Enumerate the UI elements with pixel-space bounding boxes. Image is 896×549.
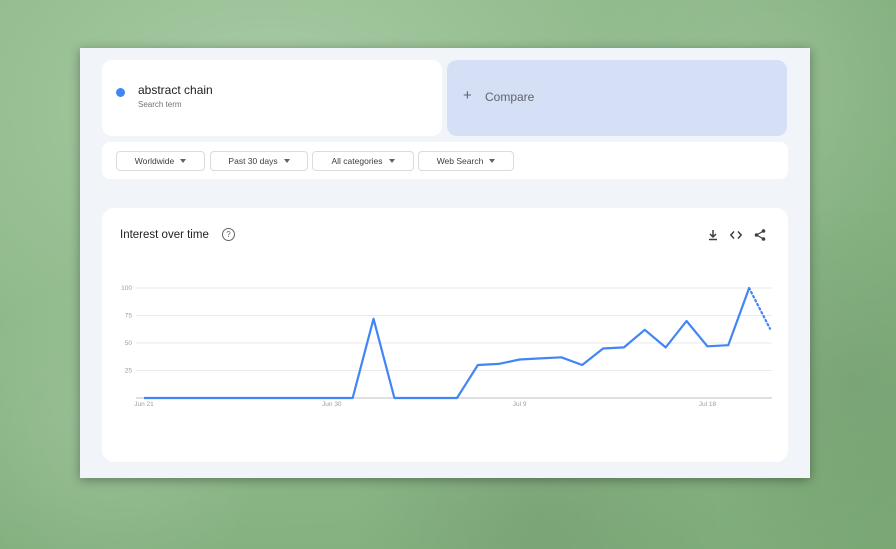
- x-tick-label: Jul 18: [699, 401, 717, 408]
- compare-button[interactable]: + Compare: [447, 60, 787, 136]
- interest-over-time-card: Interest over time ? 25 50 75 100 Jun 21 Jun…: [102, 208, 788, 462]
- x-tick-label: Jun 30: [322, 401, 342, 408]
- x-tick-label: Jun 21: [134, 401, 154, 408]
- term-color-dot: [116, 88, 125, 97]
- chart-title: Interest over time: [120, 229, 209, 241]
- search-term-name: abstract chain: [138, 83, 213, 97]
- help-icon[interactable]: ?: [222, 228, 235, 241]
- trends-panel: abstract chain Search term + Compare Wor…: [80, 48, 810, 478]
- filter-bar: Worldwide Past 30 days All categories We…: [102, 142, 788, 179]
- compare-label: Compare: [485, 90, 535, 104]
- plus-icon: +: [463, 87, 472, 104]
- x-tick-label: Jul 9: [513, 401, 527, 408]
- y-tick-label: 100: [121, 285, 132, 292]
- filter-time-label: Past 30 days: [228, 156, 278, 166]
- search-term-card[interactable]: abstract chain Search term: [102, 60, 442, 136]
- filter-region-label: Worldwide: [134, 156, 175, 166]
- y-tick-label: 50: [125, 340, 133, 347]
- embed-icon[interactable]: [729, 228, 743, 242]
- share-icon[interactable]: [753, 228, 767, 242]
- filter-category-label: All categories: [331, 156, 383, 166]
- caret-down-icon: [489, 159, 496, 163]
- filter-region[interactable]: Worldwide: [116, 151, 205, 171]
- line-chart: 25 50 75 100 Jun 21 Jun 30 Jul 9 Jul 18: [121, 285, 772, 408]
- filter-search-type-label: Web Search: [436, 156, 484, 166]
- filter-time[interactable]: Past 30 days: [210, 151, 308, 171]
- filter-category[interactable]: All categories: [312, 151, 414, 171]
- caret-down-icon: [388, 159, 395, 163]
- caret-down-icon: [283, 159, 290, 163]
- y-tick-label: 25: [125, 368, 133, 375]
- search-term-subtitle: Search term: [138, 100, 182, 109]
- filter-search-type[interactable]: Web Search: [418, 151, 514, 171]
- caret-down-icon: [180, 159, 187, 163]
- series-line-partial: [748, 286, 772, 330]
- y-tick-label: 75: [125, 313, 133, 320]
- download-icon[interactable]: [706, 228, 720, 242]
